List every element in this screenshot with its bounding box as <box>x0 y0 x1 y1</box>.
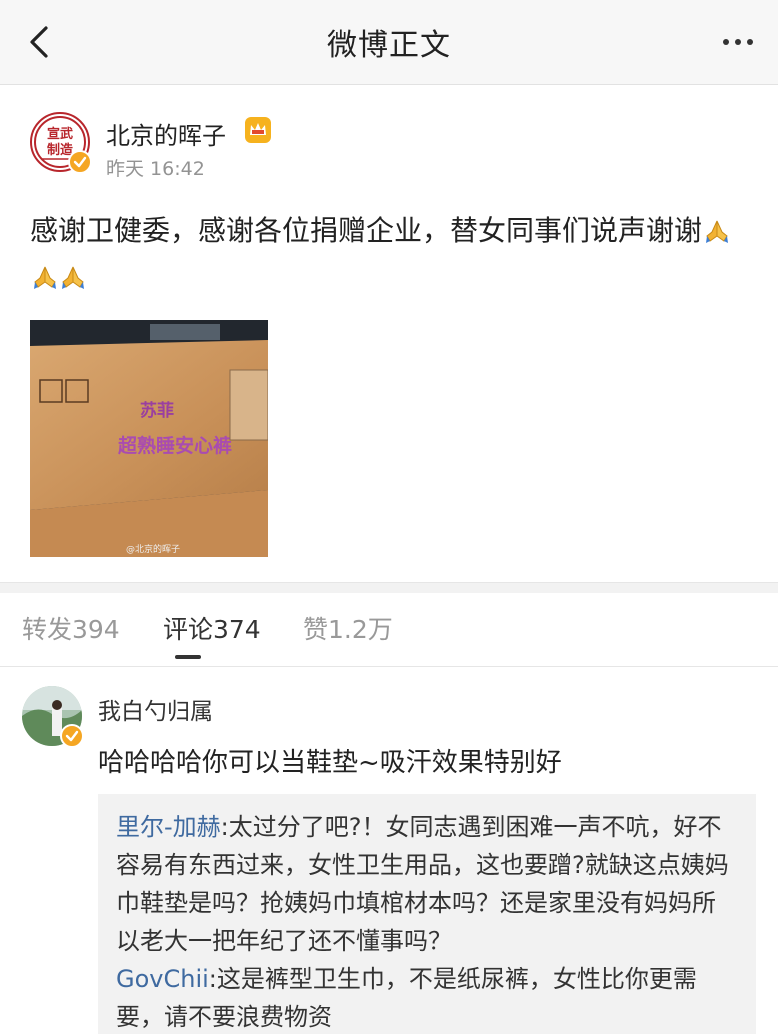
commenter-name[interactable]: 我白勺归属 <box>98 692 213 726</box>
post-image-thumbnail[interactable]: 苏菲 超熟睡安心裤 @北京的晖子 <box>30 320 268 557</box>
author-name[interactable]: 北京的晖子 <box>106 116 226 151</box>
post-text: 感谢卫健委，感谢各位捐赠企业，替女同事们说声谢谢 <box>30 214 703 247</box>
seal-text-top: 宣武 <box>47 126 73 142</box>
author-avatar[interactable]: 宣武 制造 <box>30 112 92 174</box>
tab-comments[interactable]: 评论374 <box>163 610 261 646</box>
reply-username[interactable]: 里尔-加赫 <box>116 813 221 841</box>
commenter-avatar[interactable] <box>22 686 84 748</box>
box-brand-text: 苏菲 <box>140 400 174 421</box>
tab-reposts[interactable]: 转发394 <box>22 610 120 646</box>
reply-item: GovChii:这是裤型卫生巾，不是纸尿裤，女性比你更需要，请不要浪费物资 <box>116 960 738 1036</box>
comment-text: 哈哈哈哈你可以当鞋垫~吸汗效果特别好 <box>98 748 562 778</box>
image-watermark: @北京的晖子 <box>126 543 180 555</box>
praying-hands-icon <box>32 258 58 289</box>
reply-item: 里尔-加赫:太过分了吧?！女同志遇到困难一声不吭，好不容易有东西过来，女性卫生用… <box>116 808 738 960</box>
reply-username[interactable]: GovChii <box>116 965 209 993</box>
page-title: 微博正文 <box>327 28 451 63</box>
praying-hands-icon <box>704 212 730 243</box>
more-options-icon[interactable] <box>716 24 760 60</box>
interaction-tabs: 转发394 评论374 赞1.2万 <box>0 592 778 667</box>
active-tab-indicator <box>175 655 201 659</box>
top-nav-bar: 微博正文 <box>0 0 778 85</box>
comment-item: 我白勺归属 哈哈哈哈你可以当鞋垫~吸汗效果特别好 里尔-加赫:太过分了吧?！女同… <box>0 666 778 1034</box>
post-timestamp: 昨天 16:42 <box>106 158 205 180</box>
box-product-text: 超熟睡安心裤 <box>117 434 232 457</box>
crown-membership-icon[interactable] <box>242 114 274 146</box>
verified-badge-icon <box>60 724 84 748</box>
post-body: 感谢卫健委，感谢各位捐赠企业，替女同事们说声谢谢 <box>30 208 760 300</box>
praying-hands-icon <box>60 258 86 289</box>
replies-box[interactable]: 里尔-加赫:太过分了吧?！女同志遇到困难一声不吭，好不容易有东西过来，女性卫生用… <box>98 794 756 1034</box>
tab-likes[interactable]: 赞1.2万 <box>303 610 393 646</box>
verified-badge-icon <box>68 150 92 174</box>
post-header: 宣武 制造 北京的晖子 昨天 16:42 <box>30 112 750 182</box>
